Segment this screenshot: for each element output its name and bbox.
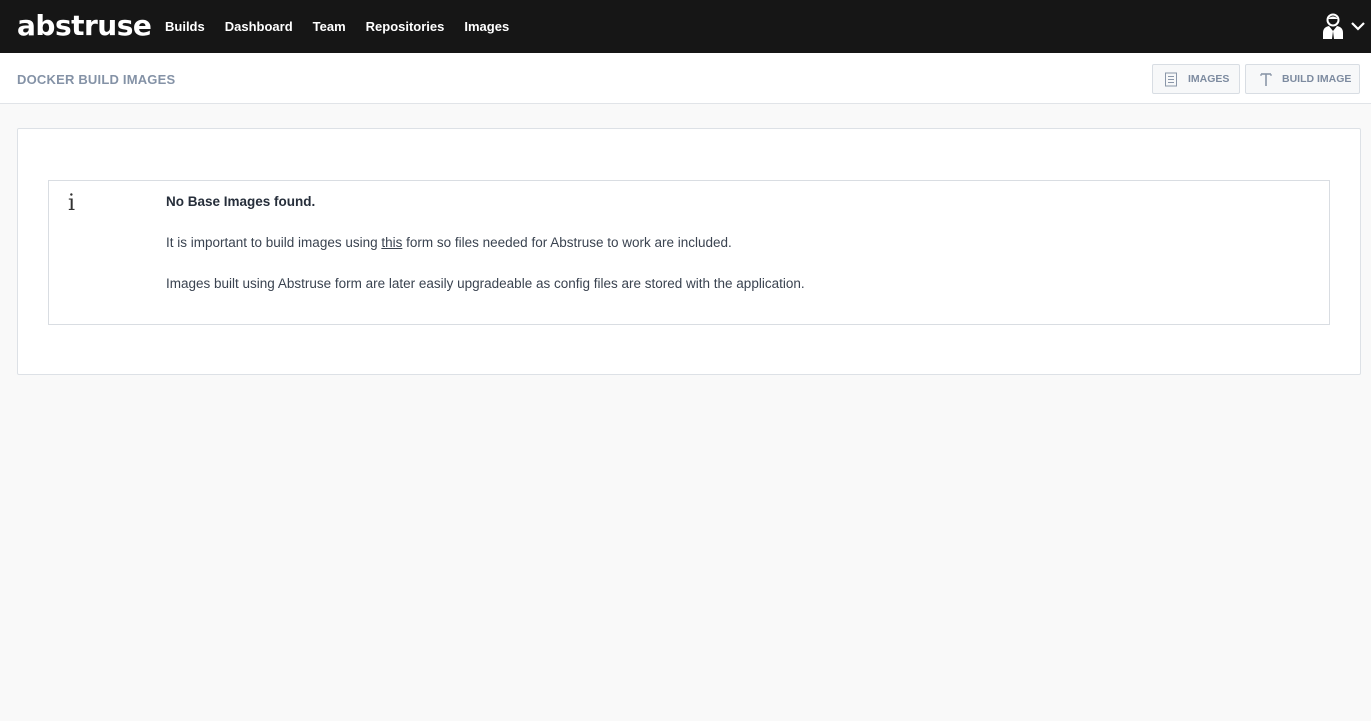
info-icon: i bbox=[68, 191, 76, 216]
images-button[interactable]: IMAGES bbox=[1152, 64, 1240, 94]
notice-text-build: It is important to build images using th… bbox=[166, 235, 732, 250]
notice-text-upgrade: Images built using Abstruse form are lat… bbox=[166, 276, 805, 291]
nav-item-builds[interactable]: Builds bbox=[165, 19, 205, 34]
main-nav: Builds Dashboard Team Repositories Image… bbox=[165, 0, 529, 53]
app-logo[interactable]: abstruse bbox=[17, 9, 152, 43]
type-t-icon bbox=[1260, 73, 1272, 86]
user-menu[interactable] bbox=[1291, 0, 1371, 53]
info-notice: i No Base Images found. It is important … bbox=[48, 180, 1330, 325]
list-icon bbox=[1165, 72, 1177, 87]
content-card: i No Base Images found. It is important … bbox=[17, 128, 1361, 375]
page-title: DOCKER BUILD IMAGES bbox=[17, 72, 176, 87]
notice-text-build-end: form so files needed for Abstruse to wor… bbox=[402, 235, 732, 250]
images-button-label: IMAGES bbox=[1188, 73, 1230, 85]
build-form-link[interactable]: this bbox=[381, 235, 402, 250]
user-icon bbox=[1323, 13, 1343, 39]
chevron-down-icon bbox=[1351, 22, 1365, 31]
nav-item-images[interactable]: Images bbox=[464, 19, 509, 34]
notice-title: No Base Images found. bbox=[166, 194, 316, 209]
page-header: DOCKER BUILD IMAGES IMAGES BUILD IMAGE bbox=[0, 53, 1371, 104]
nav-item-repositories[interactable]: Repositories bbox=[366, 19, 445, 34]
notice-text-build-start: It is important to build images using bbox=[166, 235, 382, 250]
top-navbar: abstruse Builds Dashboard Team Repositor… bbox=[0, 0, 1371, 53]
build-image-button-label: BUILD IMAGE bbox=[1282, 73, 1352, 85]
build-image-button[interactable]: BUILD IMAGE bbox=[1245, 64, 1360, 94]
nav-item-team[interactable]: Team bbox=[313, 19, 346, 34]
nav-item-dashboard[interactable]: Dashboard bbox=[225, 19, 293, 34]
